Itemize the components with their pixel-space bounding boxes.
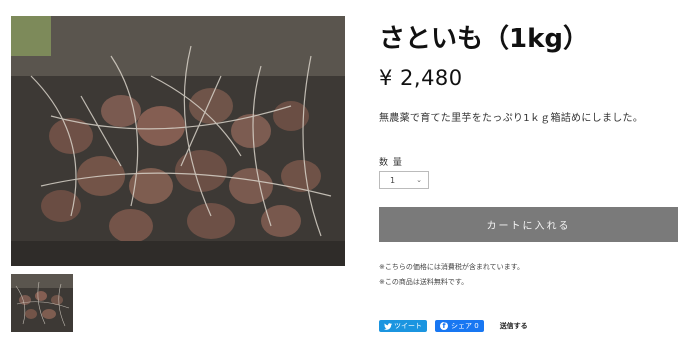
taro-thumbnail-graphic xyxy=(11,274,73,332)
facebook-icon: f xyxy=(440,322,448,330)
send-link[interactable]: 送信する xyxy=(500,321,528,331)
facebook-share-label: シェア 0 xyxy=(451,322,479,330)
product-photo-main[interactable] xyxy=(11,16,345,266)
product-price: ¥ 2,480 xyxy=(379,66,463,90)
product-photo-thumbnail[interactable] xyxy=(11,274,73,332)
add-to-cart-button[interactable]: カートに入れる xyxy=(379,207,678,242)
tweet-label: ツイート xyxy=(394,322,422,330)
quantity-label: 数 量 xyxy=(379,158,403,168)
product-description: 無農薬で育てた里芋をたっぷり1ｋｇ箱詰めにしました。 xyxy=(379,113,644,124)
share-row: ツイート f シェア 0 送信する xyxy=(379,320,528,332)
taro-photo-graphic xyxy=(11,16,345,266)
tweet-button[interactable]: ツイート xyxy=(379,320,427,332)
chevron-down-icon: ⌄ xyxy=(416,176,422,184)
shipping-note: ※この商品は送料無料です。 xyxy=(379,278,469,286)
product-title: さといも（1kg） xyxy=(379,24,589,54)
facebook-share-button[interactable]: f シェア 0 xyxy=(435,320,484,332)
quantity-select[interactable]: 1 ⌄ xyxy=(379,171,429,189)
quantity-value: 1 xyxy=(390,175,396,185)
twitter-bird-icon xyxy=(384,322,392,330)
tax-note: ※こちらの価格には消費税が含まれています。 xyxy=(379,263,524,271)
